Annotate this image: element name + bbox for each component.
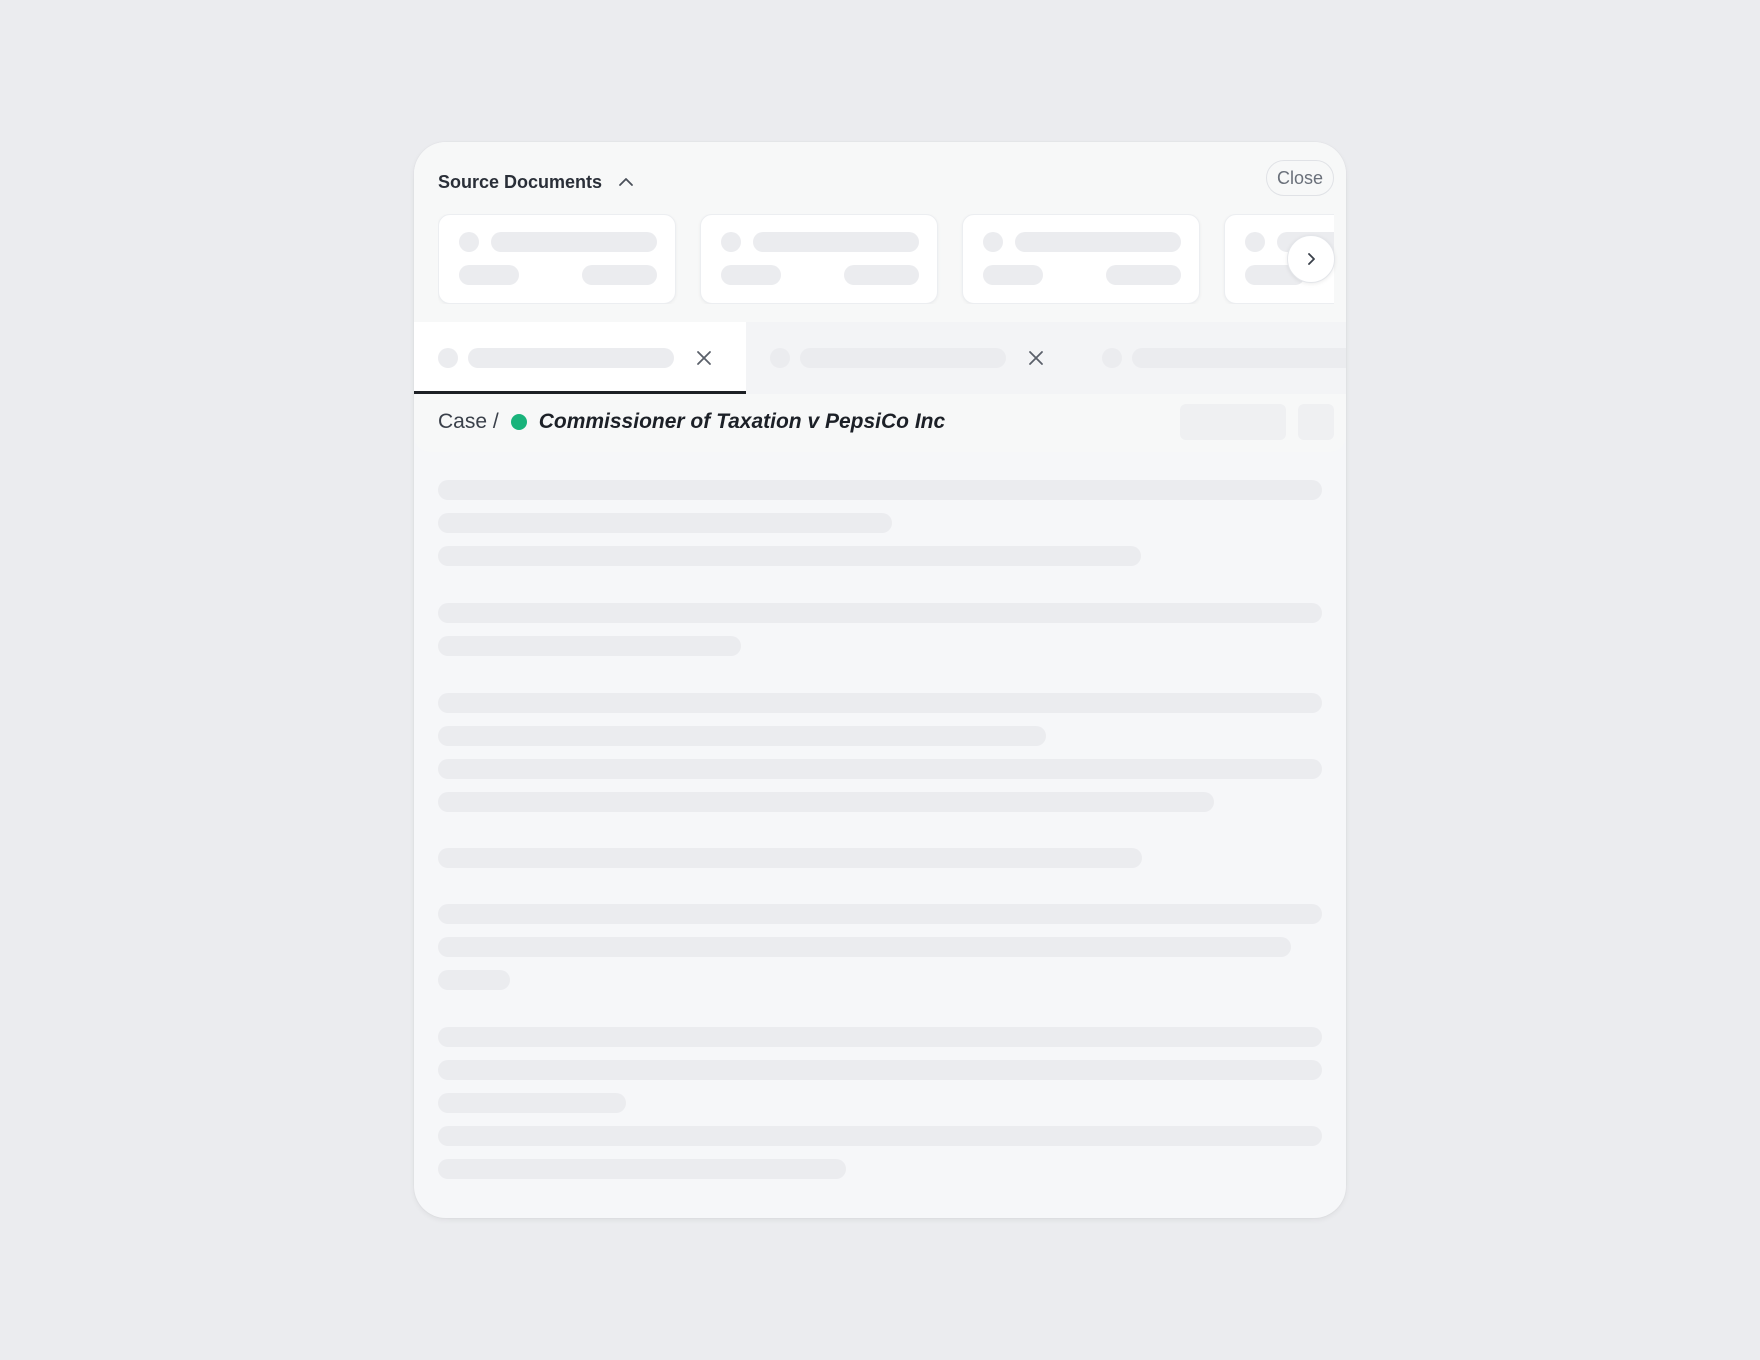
- tab-label-placeholder: [468, 348, 674, 368]
- close-button[interactable]: Close: [1265, 160, 1334, 196]
- skeleton-line: [438, 848, 1142, 868]
- skeleton-line: [438, 759, 1322, 779]
- document-card-icon-placeholder: [721, 232, 741, 252]
- document-card-meta-placeholder: [582, 265, 657, 285]
- document-tab[interactable]: [1078, 322, 1346, 394]
- document-card-title-placeholder: [753, 232, 919, 252]
- document-cards-carousel: [438, 214, 1334, 304]
- close-icon[interactable]: [694, 348, 714, 368]
- source-documents-title: Source Documents: [438, 171, 603, 192]
- skeleton-line: [438, 636, 741, 656]
- tab-icon-placeholder: [770, 348, 790, 368]
- source-documents-panel: Source Documents Close Case / Commission…: [414, 142, 1346, 1218]
- tab-icon-placeholder: [438, 348, 458, 368]
- document-card-title-placeholder: [1015, 232, 1181, 252]
- skeleton-line: [438, 1159, 846, 1179]
- document-card-icon-placeholder: [459, 232, 479, 252]
- skeleton-line: [438, 693, 1322, 713]
- skeleton-line: [438, 513, 892, 533]
- skeleton-line: [438, 1093, 626, 1113]
- skeleton-line: [438, 546, 1141, 566]
- document-tabs: [414, 322, 1346, 394]
- skeleton-line: [438, 603, 1322, 623]
- case-title: Commissioner of Taxation v PepsiCo Inc: [538, 410, 946, 433]
- skeleton-line: [438, 1027, 1322, 1047]
- action-button-placeholder[interactable]: [1180, 404, 1286, 440]
- chevron-right-icon: [1308, 253, 1315, 265]
- breadcrumb: Case / Commissioner of Taxation v PepsiC…: [438, 406, 945, 438]
- source-documents-toggle[interactable]: Source Documents: [438, 166, 634, 198]
- skeleton-line: [438, 937, 1291, 957]
- skeleton-line: [438, 970, 510, 990]
- action-icon-placeholder[interactable]: [1298, 404, 1334, 440]
- document-card[interactable]: [438, 214, 676, 304]
- document-tab[interactable]: [746, 322, 1078, 394]
- carousel-next-button[interactable]: [1287, 235, 1335, 283]
- tab-label-placeholder: [800, 348, 1006, 368]
- breadcrumb-prefix[interactable]: Case /: [438, 410, 499, 434]
- document-card[interactable]: [962, 214, 1200, 304]
- document-card-meta-placeholder: [1106, 265, 1181, 285]
- close-icon[interactable]: [1026, 348, 1046, 368]
- skeleton-line: [438, 1126, 1322, 1146]
- source-documents-header: Source Documents Close: [414, 142, 1346, 322]
- document-card-title-placeholder: [491, 232, 657, 252]
- document-card-meta-placeholder: [721, 265, 781, 285]
- document-card-meta-placeholder: [844, 265, 919, 285]
- document-card-icon-placeholder: [1245, 232, 1265, 252]
- skeleton-line: [438, 480, 1322, 500]
- chevron-up-icon: [619, 178, 633, 186]
- tab-label-placeholder: [1132, 348, 1346, 368]
- skeleton-line: [438, 904, 1322, 924]
- skeleton-line: [438, 1060, 1322, 1080]
- document-card-meta-placeholder: [459, 265, 519, 285]
- skeleton-line: [438, 792, 1214, 812]
- document-tab-active[interactable]: [414, 322, 746, 394]
- document-card-icon-placeholder: [983, 232, 1003, 252]
- document-card-meta-placeholder: [983, 265, 1043, 285]
- status-indicator: [510, 414, 527, 430]
- document-card[interactable]: [700, 214, 938, 304]
- skeleton-line: [438, 726, 1046, 746]
- tab-icon-placeholder: [1102, 348, 1122, 368]
